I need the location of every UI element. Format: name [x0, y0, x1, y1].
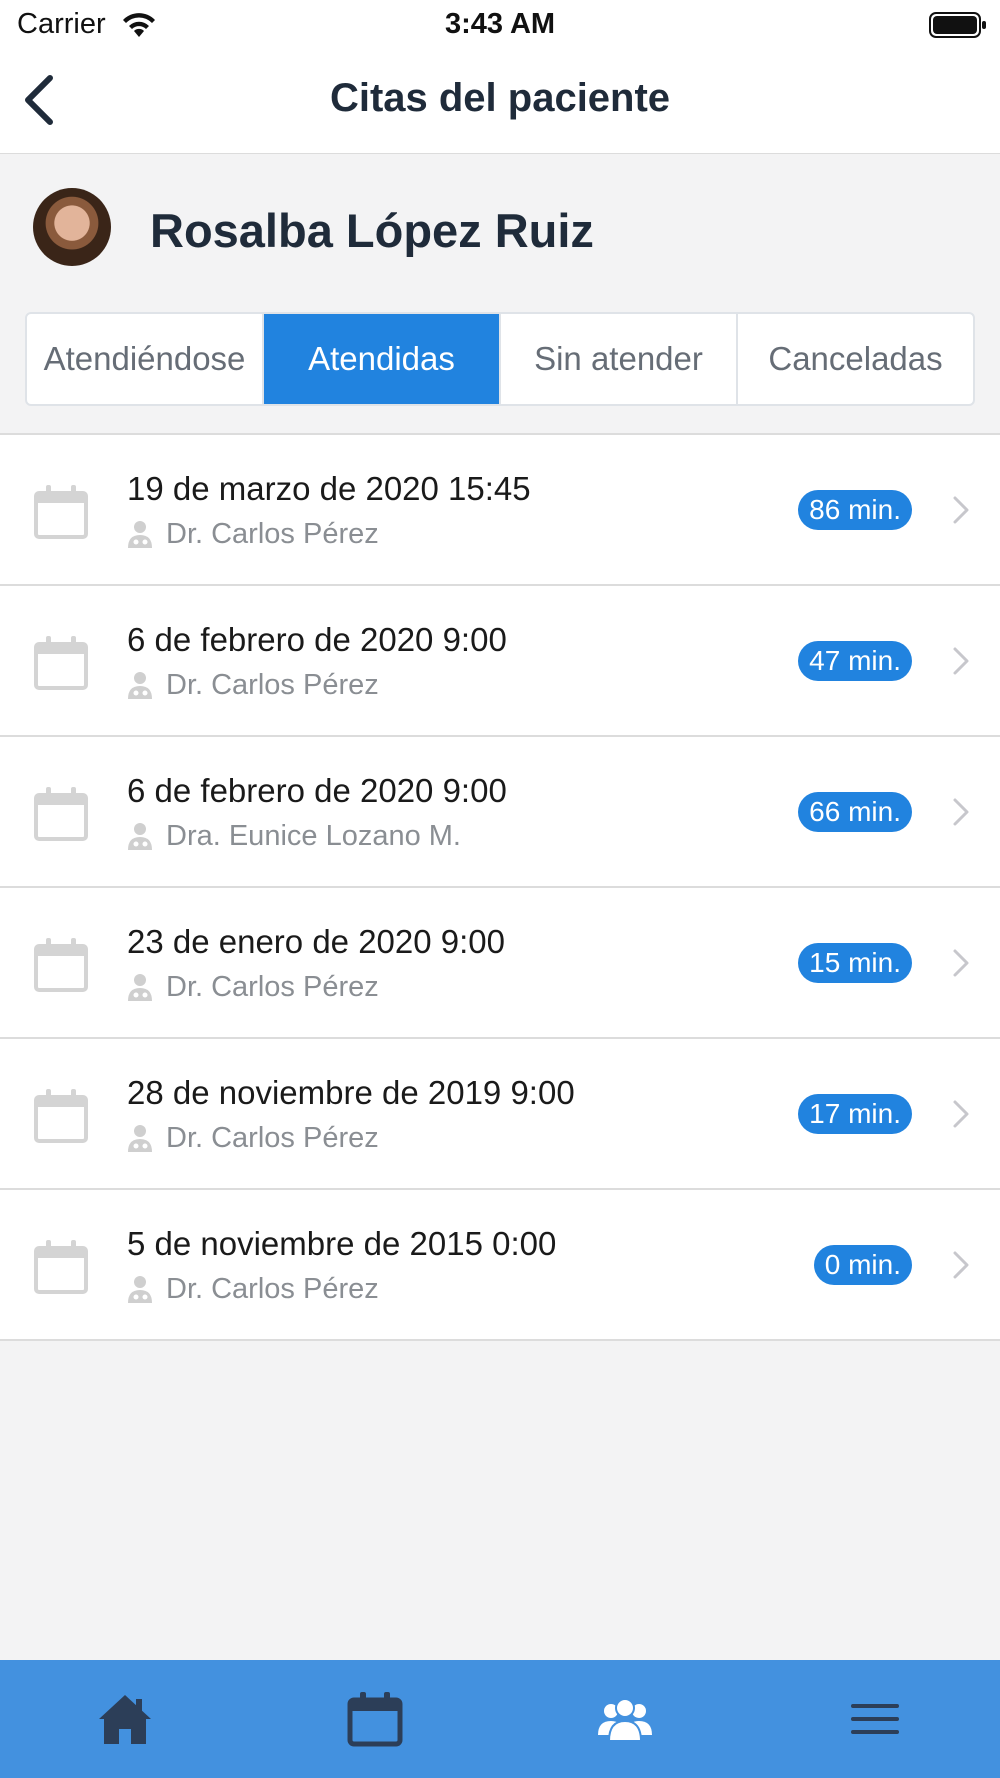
- duration-badge: 47 min.: [798, 641, 912, 681]
- doctor-icon: [128, 974, 152, 1001]
- tab-calendar[interactable]: [250, 1660, 500, 1778]
- segment-atendidas[interactable]: Atendidas: [264, 314, 501, 404]
- appointment-doctor: Dr. Carlos Pérez: [166, 971, 379, 1003]
- tab-home[interactable]: [0, 1660, 250, 1778]
- appointment-date: 23 de enero de 2020 9:00: [127, 923, 506, 960]
- chevron-right-icon: [953, 1100, 969, 1128]
- appointment-row[interactable]: 19 de marzo de 2020 15:45 Dr. Carlos Pér…: [0, 435, 1000, 586]
- chevron-right-icon: [953, 1251, 969, 1279]
- calendar-icon: [34, 636, 88, 690]
- segment-canceladas[interactable]: Canceladas: [738, 314, 973, 404]
- tab-menu[interactable]: [750, 1660, 1000, 1778]
- status-segmented-control: Atendiéndose Atendidas Sin atender Cance…: [25, 312, 975, 406]
- appointment-date: 5 de noviembre de 2015 0:00: [127, 1225, 557, 1262]
- battery-icon: [929, 12, 986, 38]
- calendar-icon: [34, 485, 88, 539]
- appointment-date: 6 de febrero de 2020 9:00: [127, 621, 507, 658]
- doctor-icon: [128, 1125, 152, 1152]
- appointment-date: 19 de marzo de 2020 15:45: [127, 470, 531, 507]
- patient-name: Rosalba López Ruiz: [150, 204, 594, 257]
- home-icon: [99, 1695, 151, 1744]
- appointment-row[interactable]: 23 de enero de 2020 9:00 Dr. Carlos Pére…: [0, 888, 1000, 1039]
- appointments-list: 19 de marzo de 2020 15:45 Dr. Carlos Pér…: [0, 433, 1000, 1341]
- chevron-right-icon: [953, 647, 969, 675]
- appointment-doctor: Dr. Carlos Pérez: [166, 518, 379, 550]
- appointment-doctor: Dra. Eunice Lozano M.: [166, 820, 461, 852]
- duration-badge: 15 min.: [798, 943, 912, 983]
- duration-badge: 66 min.: [798, 792, 912, 832]
- doctor-icon: [128, 521, 152, 548]
- tab-patients[interactable]: [500, 1660, 750, 1778]
- duration-badge: 17 min.: [798, 1094, 912, 1134]
- appointment-doctor: Dr. Carlos Pérez: [166, 1273, 379, 1305]
- doctor-icon: [128, 1276, 152, 1303]
- patient-header: Rosalba López Ruiz: [0, 155, 1000, 300]
- chevron-right-icon: [953, 798, 969, 826]
- calendar-icon: [347, 1692, 403, 1747]
- calendar-icon: [34, 1089, 88, 1143]
- chevron-right-icon: [953, 949, 969, 977]
- nav-bar: Citas del paciente: [0, 50, 1000, 154]
- menu-icon: [851, 1704, 899, 1734]
- calendar-icon: [34, 787, 88, 841]
- segment-sin-atender[interactable]: Sin atender: [501, 314, 738, 404]
- chevron-right-icon: [953, 496, 969, 524]
- appointment-row[interactable]: 6 de febrero de 2020 9:00 Dr. Carlos Pér…: [0, 586, 1000, 737]
- screen: Carrier 3:43 AM Citas del paciente Rosal…: [0, 0, 1000, 1778]
- avatar: [33, 188, 111, 266]
- page-title: Citas del paciente: [329, 76, 671, 120]
- doctor-icon: [128, 823, 152, 850]
- appointment-date: 6 de febrero de 2020 9:00: [127, 772, 507, 809]
- calendar-icon: [34, 1240, 88, 1294]
- appointment-row[interactable]: 28 de noviembre de 2019 9:00 Dr. Carlos …: [0, 1039, 1000, 1190]
- tab-bar: [0, 1660, 1000, 1778]
- doctor-icon: [128, 672, 152, 699]
- status-time: 3:43 AM: [444, 8, 556, 40]
- appointment-doctor: Dr. Carlos Pérez: [166, 669, 379, 701]
- appointment-row[interactable]: 5 de noviembre de 2015 0:00 Dr. Carlos P…: [0, 1190, 1000, 1341]
- duration-badge: 86 min.: [798, 490, 912, 530]
- patients-icon: [598, 1698, 652, 1742]
- appointment-row[interactable]: 6 de febrero de 2020 9:00 Dra. Eunice Lo…: [0, 737, 1000, 888]
- duration-badge: 0 min.: [813, 1245, 912, 1285]
- appointment-date: 28 de noviembre de 2019 9:00: [127, 1074, 575, 1111]
- status-bar: Carrier 3:43 AM: [0, 0, 1000, 50]
- segment-atendiendose[interactable]: Atendiéndose: [27, 314, 264, 404]
- calendar-icon: [34, 938, 88, 992]
- appointment-doctor: Dr. Carlos Pérez: [166, 1122, 379, 1154]
